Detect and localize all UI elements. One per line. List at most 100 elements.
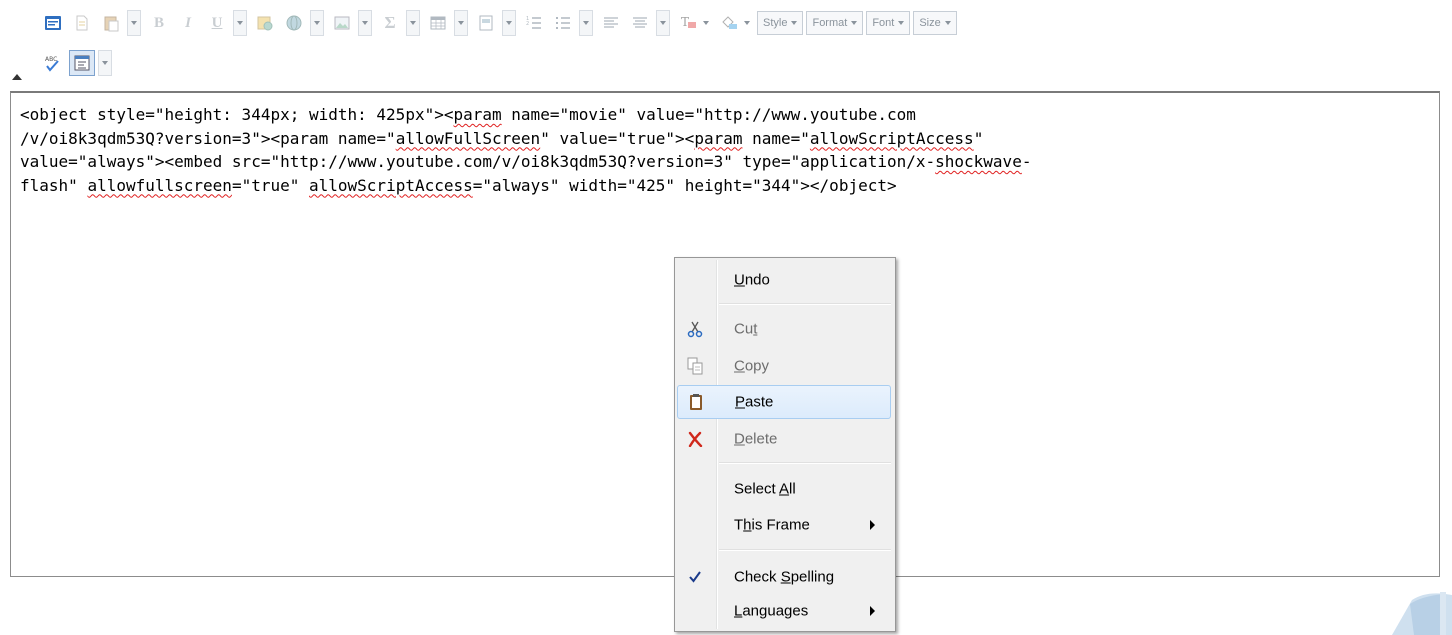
- menu-item-check-spelling-label: Check Spelling: [734, 568, 835, 586]
- menu-item-languages-label: Languages: [734, 602, 809, 620]
- menu-item-languages[interactable]: Languages: [677, 594, 891, 628]
- spellcheck-icon: ABC: [45, 56, 59, 72]
- insert-image-icon: [334, 16, 350, 30]
- toolbar-row-1: B I U Σ 1 2 T Style Format Font Size: [40, 10, 960, 36]
- font-combo-label: Font: [872, 17, 895, 29]
- menu-item-check-spelling[interactable]: Check Spelling: [677, 560, 891, 594]
- format-combo[interactable]: Format: [806, 11, 864, 35]
- menu-item-delete-label: Delete: [734, 430, 778, 448]
- text-color-button[interactable]: T: [675, 10, 701, 36]
- menu-item-this-frame-label: This Frame: [734, 516, 810, 534]
- highlight-color-icon: [722, 16, 737, 29]
- delete-x-icon: [685, 429, 705, 449]
- scissors-icon: [685, 319, 705, 339]
- size-combo-label: Size: [919, 17, 941, 29]
- align-center-button[interactable]: [627, 10, 653, 36]
- menu-separator: [719, 549, 891, 551]
- highlight-color-dropdown[interactable]: [742, 10, 752, 36]
- new-document-icon: [76, 15, 88, 31]
- insert-media-icon: [286, 15, 302, 31]
- collapse-toolbar-icon[interactable]: [12, 74, 22, 80]
- align-left-icon: [604, 17, 618, 28]
- submenu-arrow-icon: [870, 606, 875, 616]
- bold-icon: B: [153, 14, 164, 31]
- paste-dropdown[interactable]: [127, 10, 141, 36]
- menu-item-select-all[interactable]: Select All: [677, 472, 891, 506]
- spellcheck-abc-text: ABC: [45, 56, 57, 63]
- size-combo[interactable]: Size: [913, 11, 957, 35]
- numbered-list-button[interactable]: 1 2: [521, 10, 547, 36]
- chevron-down-icon: [791, 21, 798, 25]
- paste-button[interactable]: [98, 10, 124, 36]
- bullet-list-icon: [556, 17, 570, 29]
- text-color-dropdown[interactable]: [701, 10, 711, 36]
- menu-item-copy-label: Copy: [734, 357, 770, 375]
- svg-text:2: 2: [526, 21, 529, 27]
- insert-image-button[interactable]: [329, 10, 355, 36]
- spellcheck-button[interactable]: ABC: [40, 50, 66, 76]
- insert-media-button[interactable]: [281, 10, 307, 36]
- align-dropdown[interactable]: [656, 10, 670, 36]
- insert-table-icon: [430, 16, 446, 30]
- menu-item-paste[interactable]: Paste: [677, 385, 891, 419]
- menu-item-paste-label: Paste: [735, 393, 774, 411]
- image-dropdown[interactable]: [358, 10, 372, 36]
- editor-toolbar: B I U Σ 1 2 T Style Format Font Size ABC: [34, 4, 1452, 88]
- design-view-icon: [45, 16, 61, 30]
- insert-template-button[interactable]: [473, 10, 499, 36]
- menu-separator: [719, 303, 891, 305]
- menu-item-undo[interactable]: Undo: [677, 263, 891, 297]
- chevron-down-icon: [851, 21, 858, 25]
- align-left-button[interactable]: [598, 10, 624, 36]
- list-dropdown[interactable]: [579, 10, 593, 36]
- chevron-down-icon: [898, 21, 905, 25]
- menu-item-copy[interactable]: Copy: [677, 349, 891, 383]
- format-combo-label: Format: [812, 17, 848, 29]
- template-dropdown[interactable]: [502, 10, 516, 36]
- insert-link-icon: [257, 16, 273, 31]
- toolbar-row-2: ABC: [40, 50, 117, 76]
- checkmark-icon: [685, 567, 705, 587]
- tools-dropdown[interactable]: [98, 50, 112, 76]
- design-view-button[interactable]: [40, 10, 66, 36]
- insert-template-icon: [479, 15, 493, 31]
- decorative-corner-graphic: [1392, 592, 1452, 635]
- italic-icon: I: [185, 14, 191, 31]
- bullet-list-button[interactable]: [550, 10, 576, 36]
- insert-table-button[interactable]: [425, 10, 451, 36]
- table-dropdown[interactable]: [454, 10, 468, 36]
- menu-item-cut-label: Cut: [734, 320, 758, 338]
- new-document-button[interactable]: [69, 10, 95, 36]
- underline-icon: U: [211, 14, 223, 31]
- align-center-icon: [633, 17, 647, 28]
- insert-link-button[interactable]: [252, 10, 278, 36]
- menu-item-undo-label: Undo: [734, 271, 770, 289]
- clipboard-icon: [686, 392, 706, 412]
- insert-symbol-button[interactable]: Σ: [377, 10, 403, 36]
- context-menu: Undo Cut Copy Paste Delete Select All Th…: [674, 257, 896, 632]
- menu-item-cut[interactable]: Cut: [677, 312, 891, 346]
- insert-symbol-icon: Σ: [384, 13, 396, 32]
- html-source-button[interactable]: [69, 50, 95, 76]
- bold-button[interactable]: B: [146, 10, 172, 36]
- menu-separator: [719, 462, 891, 464]
- paste-icon: [104, 16, 119, 32]
- style-combo-label: Style: [763, 17, 788, 29]
- text-color-icon: T: [681, 15, 696, 29]
- numbered-list-icon: 1 2: [526, 16, 541, 29]
- menu-item-this-frame[interactable]: This Frame: [677, 508, 891, 542]
- underline-button[interactable]: U: [204, 10, 230, 36]
- italic-button[interactable]: I: [175, 10, 201, 36]
- style-combo[interactable]: Style: [757, 11, 804, 35]
- media-dropdown[interactable]: [310, 10, 324, 36]
- menu-item-delete[interactable]: Delete: [677, 422, 891, 456]
- menu-item-select-all-label: Select All: [734, 480, 796, 498]
- chevron-down-icon: [944, 21, 951, 25]
- font-combo[interactable]: Font: [866, 11, 911, 35]
- highlight-color-button[interactable]: [716, 10, 742, 36]
- format-dropdown[interactable]: [233, 10, 247, 36]
- submenu-arrow-icon: [870, 520, 875, 530]
- svg-text:T: T: [681, 15, 689, 29]
- symbol-dropdown[interactable]: [406, 10, 420, 36]
- copy-icon: [685, 356, 705, 376]
